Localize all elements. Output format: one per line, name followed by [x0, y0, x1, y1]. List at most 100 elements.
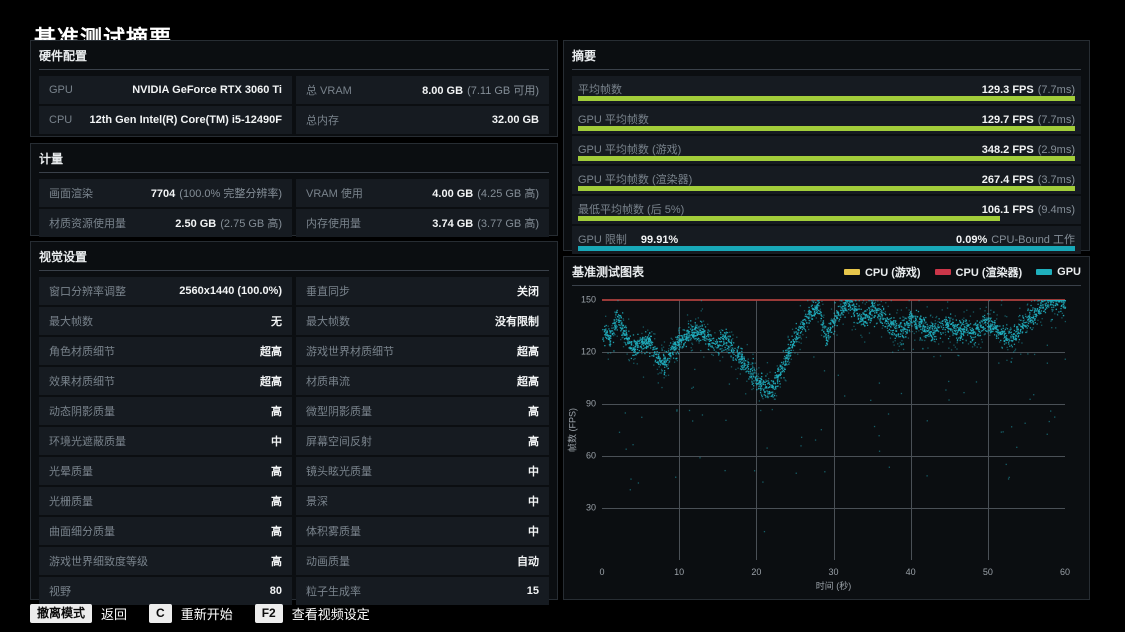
- setting-value: 中: [271, 436, 282, 448]
- chart-header: 基准测试图表 CPU (游戏) CPU (渲染器) GPU: [572, 257, 1081, 286]
- summary-label: GPU 限制: [578, 234, 627, 246]
- hardware-row: 总 VRAM 8.00 GB (7.11 GB 可用): [296, 76, 549, 104]
- key-badge: C: [149, 604, 172, 623]
- setting-label: 垂直同步: [306, 286, 350, 298]
- setting-value-group: 中: [271, 433, 282, 449]
- setting-row: 动态阴影质量 高: [39, 397, 292, 425]
- setting-row: 粒子生成率 15: [296, 577, 549, 605]
- row-value-group: NVIDIA GeForce RTX 3060 Ti: [132, 84, 282, 96]
- setting-label: 最大帧数: [306, 316, 350, 328]
- key-action-label: 查看视频设定: [291, 607, 370, 622]
- row-value: 4.00 GB: [432, 188, 474, 200]
- setting-value-group: 没有限制: [495, 313, 539, 329]
- setting-label: 材质串流: [306, 376, 350, 388]
- setting-row: 镜头眩光质量 中: [296, 457, 549, 485]
- row-value-group: 12th Gen Intel(R) Core(TM) i5-12490F: [89, 114, 282, 126]
- setting-value-group: 超高: [517, 343, 539, 359]
- metrics-row: 内存使用量 3.74 GB (3.77 GB 高): [296, 209, 549, 237]
- setting-label: 曲面细分质量: [49, 526, 115, 538]
- summary-row: GPU 平均帧数 (渲染器) 267.4 FPS (3.7ms): [572, 166, 1081, 194]
- footer-action-button[interactable]: C 重新开始: [149, 604, 233, 623]
- setting-value-group: 2560x1440 (100.0%): [179, 285, 282, 297]
- footer-action-button[interactable]: 撤离模式 返回: [30, 604, 127, 623]
- setting-value-group: 超高: [517, 373, 539, 389]
- setting-label: 微型阴影质量: [306, 406, 372, 418]
- footer-action-button[interactable]: F2 查看视频设定: [254, 604, 370, 623]
- setting-label: 角色材质细节: [49, 346, 115, 358]
- setting-row: 微型阴影质量 高: [296, 397, 549, 425]
- summary-value: 267.4 FPS: [981, 174, 1034, 186]
- setting-row: 最大帧数 无: [39, 307, 292, 335]
- hardware-row: GPU NVIDIA GeForce RTX 3060 Ti: [39, 76, 292, 104]
- visual-rows: 窗口分辨率调整 2560x1440 (100.0%) 垂直同步 关闭 最大帧数 …: [31, 271, 557, 611]
- setting-label: 粒子生成率: [306, 586, 361, 598]
- summary-value: 129.7 FPS: [981, 114, 1034, 126]
- row-label: CPU: [49, 114, 73, 126]
- row-value-group: 2.50 GB (2.75 GB 高): [175, 215, 282, 231]
- footer-keybar: 撤离模式 返回 C 重新开始 F2 查看视频设定: [30, 604, 370, 623]
- setting-row: 效果材质细节 超高: [39, 367, 292, 395]
- setting-value-group: 高: [271, 523, 282, 539]
- legend-item: GPU: [1036, 266, 1081, 278]
- setting-label: 最大帧数: [49, 316, 93, 328]
- row-note: (7.11 GB 可用): [467, 85, 539, 97]
- row-note: (100.0% 完整分辨率): [179, 188, 282, 200]
- legend-label: CPU (渲染器): [955, 266, 1023, 279]
- summary-bar: [578, 216, 1001, 221]
- setting-value-group: 高: [271, 463, 282, 479]
- setting-value: 高: [528, 436, 539, 448]
- setting-value-group: 高: [528, 403, 539, 419]
- setting-value-group: 高: [271, 403, 282, 419]
- row-value-group: 3.74 GB (3.77 GB 高): [432, 215, 539, 231]
- row-note: (2.75 GB 高): [220, 218, 282, 230]
- summary-label: GPU 平均帧数 (游戏): [578, 144, 682, 156]
- setting-value: 超高: [517, 346, 539, 358]
- setting-value-group: 中: [528, 463, 539, 479]
- summary-note: (3.7ms): [1037, 174, 1075, 186]
- setting-label: 游戏世界细致度等级: [49, 556, 148, 568]
- setting-value: 自动: [517, 556, 539, 568]
- metrics-rows: 画面渲染 7704 (100.0% 完整分辨率) VRAM 使用 4.00 GB(…: [31, 173, 557, 243]
- panel-summary-title: 摘要: [572, 41, 1081, 70]
- setting-label: 视野: [49, 586, 71, 598]
- key-action-label: 返回: [101, 607, 128, 622]
- row-value: 12th Gen Intel(R) Core(TM) i5-12490F: [89, 114, 282, 126]
- setting-value: 无: [271, 316, 282, 328]
- setting-row: 游戏世界细致度等级 高: [39, 547, 292, 575]
- legend-label: GPU: [1057, 265, 1081, 278]
- panel-metrics-title: 计量: [39, 144, 549, 173]
- setting-value-group: 超高: [260, 343, 282, 359]
- hardware-rows: GPU NVIDIA GeForce RTX 3060 Ti 总 VRAM 8.…: [31, 70, 557, 140]
- summary-note: CPU-Bound 工作: [991, 234, 1075, 246]
- row-value-group: 7704 (100.0% 完整分辨率): [151, 185, 282, 201]
- summary-bar-track: [578, 96, 1075, 101]
- row-value: 8.00 GB: [422, 85, 464, 97]
- summary-value: 106.1 FPS: [981, 204, 1034, 216]
- setting-label: 景深: [306, 496, 328, 508]
- setting-value: 2560x1440 (100.0%): [179, 285, 282, 297]
- summary-row: GPU 平均帧数 129.7 FPS (7.7ms): [572, 106, 1081, 134]
- summary-row: 平均帧数 129.3 FPS (7.7ms): [572, 76, 1081, 104]
- setting-row: 最大帧数 没有限制: [296, 307, 549, 335]
- summary-value-group: 129.3 FPS (7.7ms): [982, 84, 1075, 96]
- panel-visual-title: 视觉设置: [39, 242, 549, 271]
- legend-item: CPU (渲染器): [934, 264, 1023, 280]
- setting-value-group: 80: [270, 585, 282, 597]
- setting-value: 中: [528, 496, 539, 508]
- key-action-label: 重新开始: [180, 607, 233, 622]
- setting-value: 关闭: [517, 286, 539, 298]
- summary-bar-track: [578, 126, 1075, 131]
- summary-value-group: 348.2 FPS (2.9ms): [982, 144, 1075, 156]
- summary-row-line: GPU 平均帧数 (渲染器) 267.4 FPS (3.7ms): [578, 171, 1075, 187]
- setting-value-group: 自动: [517, 553, 539, 569]
- summary-row: 最低平均帧数 (后 5%) 106.1 FPS (9.4ms): [572, 196, 1081, 224]
- row-value-group: 4.00 GB (4.25 GB 高): [432, 185, 539, 201]
- setting-value-group: 高: [528, 433, 539, 449]
- summary-bar-track: [578, 186, 1075, 191]
- row-value: 7704: [150, 188, 176, 200]
- setting-value-group: 高: [271, 553, 282, 569]
- setting-row: 垂直同步 关闭: [296, 277, 549, 305]
- setting-value: 中: [528, 526, 539, 538]
- summary-row-line: GPU 平均帧数 (游戏) 348.2 FPS (2.9ms): [578, 141, 1075, 157]
- summary-bar: [578, 246, 1075, 251]
